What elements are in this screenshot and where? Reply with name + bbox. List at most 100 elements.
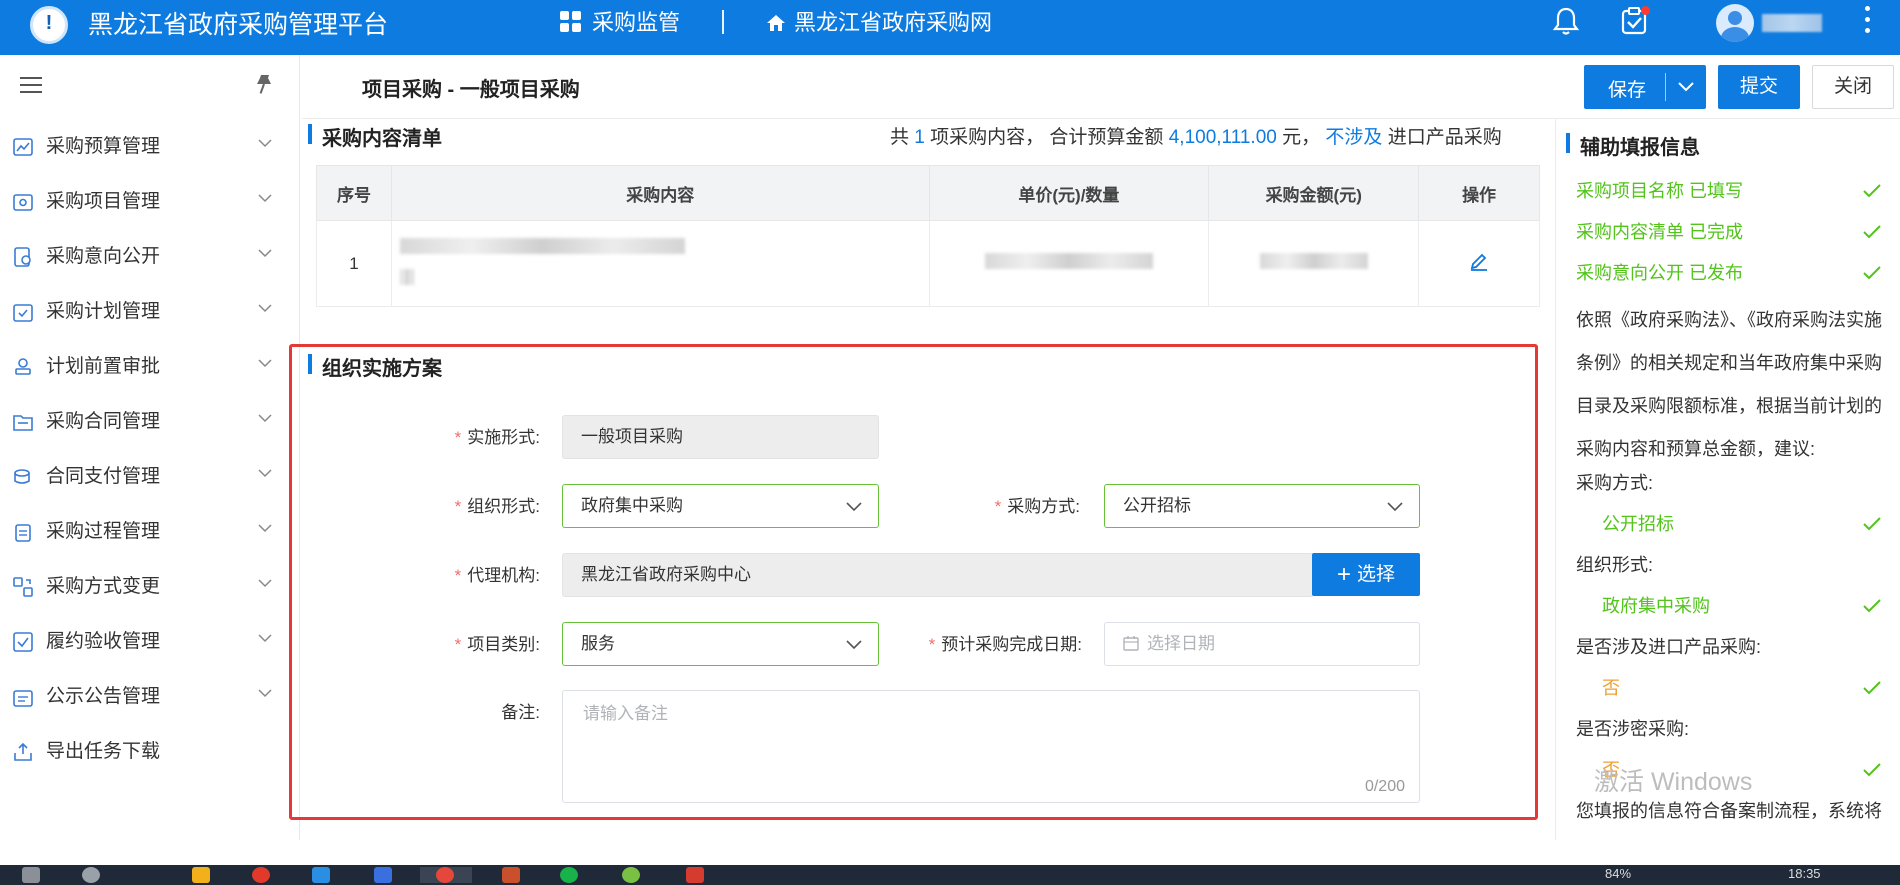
content-table: 序号 采购内容 单价(元)/数量 采购金额(元) 操作 1	[316, 165, 1540, 307]
assist-method-label: 采购方式:	[1576, 473, 1654, 493]
app-icon[interactable]	[312, 867, 330, 883]
remark-char-count: 0/200	[1364, 778, 1405, 795]
method-select[interactable]: 公开招标	[1104, 484, 1420, 528]
chevron-down-icon[interactable]	[1678, 82, 1694, 92]
sidebar-item[interactable]: 采购计划管理	[0, 284, 300, 339]
chevron-down-icon	[258, 194, 272, 203]
date-label-text: 预计采购完成日期:	[941, 635, 1082, 654]
nav-divider	[722, 10, 724, 34]
assist-secret-label: 是否涉密采购:	[1576, 719, 1690, 739]
search-icon[interactable]	[82, 867, 100, 883]
chevron-down-icon	[258, 359, 272, 368]
sidebar-item[interactable]: 采购意向公开	[0, 229, 300, 284]
col-content: 采购内容	[390, 165, 930, 221]
app-icon[interactable]	[502, 867, 520, 883]
org-form-select[interactable]: 政府集中采购	[562, 484, 879, 528]
browser-icon[interactable]	[436, 867, 454, 883]
sidebar-item[interactable]: 公示公告管理	[0, 669, 300, 724]
file-explorer-icon[interactable]	[192, 867, 210, 883]
wechat-icon[interactable]	[560, 867, 578, 883]
impl-form-label-text: 实施形式:	[467, 428, 540, 447]
stamp-icon	[15, 358, 31, 375]
plus-icon: +	[1336, 561, 1351, 588]
check-icon	[1863, 184, 1881, 198]
sidebar-item[interactable]: 计划前置审批	[0, 339, 300, 394]
assist-title: 辅助填报信息	[1566, 131, 1700, 160]
date-placeholder: 选择日期	[1147, 634, 1215, 653]
chevron-down-icon	[258, 249, 272, 258]
project-icon	[13, 194, 33, 211]
menu-toggle-icon[interactable]	[20, 77, 42, 95]
chevron-down-icon	[846, 502, 862, 512]
save-button[interactable]: 保存	[1584, 65, 1706, 109]
export-icon	[14, 742, 32, 761]
more-vertical-icon[interactable]	[1865, 6, 1871, 36]
sidebar-item[interactable]: 采购合同管理	[0, 394, 300, 449]
check-icon	[1863, 763, 1881, 777]
sidebar-item[interactable]: 采购预算管理	[0, 119, 300, 174]
col-amount: 采购金额(元)	[1208, 165, 1420, 221]
summary-count: 1	[914, 127, 925, 148]
top-bar: 黑龙江省政府采购管理平台 采购监管 黑龙江省政府采购网	[0, 0, 1900, 55]
check-icon	[1863, 517, 1881, 531]
sidebar-item[interactable]: 采购项目管理	[0, 174, 300, 229]
app-icon[interactable]	[252, 867, 270, 883]
table-header-row: 序号 采购内容 单价(元)/数量 采购金额(元) 操作	[316, 165, 1540, 221]
app-icon[interactable]	[622, 867, 640, 883]
date-picker[interactable]: 选择日期	[1104, 622, 1420, 666]
chevron-down-icon	[258, 469, 272, 478]
remark-placeholder: 请输入备注	[583, 704, 668, 723]
submit-button[interactable]: 提交	[1718, 65, 1800, 109]
agency-label: * 代理机构:	[454, 566, 540, 585]
summary-prefix: 共	[890, 127, 910, 148]
platform-logo-icon	[30, 6, 68, 44]
app-icon[interactable]	[686, 867, 704, 883]
save-button-label: 保存	[1608, 80, 1647, 101]
close-button[interactable]: 关闭	[1812, 65, 1894, 109]
chevron-down-icon	[1387, 502, 1403, 512]
app-title: 黑龙江省政府采购管理平台	[88, 11, 389, 39]
switch-icon	[13, 577, 33, 597]
sidebar-item[interactable]: 导出任务下载	[0, 724, 300, 779]
category-select[interactable]: 服务	[562, 622, 879, 666]
app-icon[interactable]	[374, 867, 392, 883]
sidebar-item-label: 履约验收管理	[46, 631, 161, 652]
task-notification-icon[interactable]	[1620, 6, 1650, 36]
nav-supervision[interactable]: 采购监管	[560, 8, 680, 38]
method-label-text: 采购方式:	[1007, 497, 1080, 516]
select-agency-button[interactable]: + 选择	[1312, 553, 1420, 596]
chevron-down-icon	[258, 414, 272, 423]
status-project-name: 采购项目名称 已填写	[1576, 181, 1744, 201]
chevron-down-icon	[258, 634, 272, 643]
chevron-down-icon	[846, 640, 862, 650]
bell-icon[interactable]	[1552, 6, 1580, 36]
pin-icon[interactable]	[253, 73, 275, 97]
row-index: 1	[316, 220, 392, 307]
check-icon	[1863, 266, 1881, 280]
remark-textarea[interactable]: 请输入备注 0/200	[562, 690, 1420, 803]
sidebar-item[interactable]: 采购方式变更	[0, 559, 300, 614]
notice-icon	[13, 690, 33, 707]
assist-panel: 辅助填报信息 采购项目名称 已填写 采购内容清单 已完成 采购意向公开 已发布 …	[1555, 119, 1900, 840]
taskbar: 84% 18:35	[0, 865, 1900, 885]
sidebar-item[interactable]: 履约验收管理	[0, 614, 300, 669]
folder-icon	[13, 415, 33, 431]
sidebar-item-label: 采购预算管理	[46, 136, 161, 157]
import-status-link[interactable]: 不涉及	[1325, 127, 1382, 148]
org-form-label: * 组织形式:	[454, 497, 540, 516]
row-amount-redacted	[1208, 220, 1420, 307]
sidebar-item-label: 采购方式变更	[46, 576, 161, 597]
col-index: 序号	[316, 165, 392, 221]
edit-icon[interactable]	[1468, 250, 1490, 272]
sidebar-item[interactable]: 采购过程管理	[0, 504, 300, 559]
content-list-title: 采购内容清单	[308, 122, 442, 151]
nav-procurement-site[interactable]: 黑龙江省政府采购网	[766, 8, 992, 38]
windows-watermark: 激活 Windows	[1594, 768, 1753, 796]
sidebar-item[interactable]: 合同支付管理	[0, 449, 300, 504]
start-icon[interactable]	[22, 867, 40, 883]
save-button-separator	[1665, 73, 1666, 101]
row-unit-price-redacted	[928, 220, 1210, 307]
user-avatar[interactable]	[1716, 4, 1754, 42]
impl-form-label: * 实施形式:	[454, 428, 540, 447]
assist-import-value: 否	[1602, 678, 1620, 698]
